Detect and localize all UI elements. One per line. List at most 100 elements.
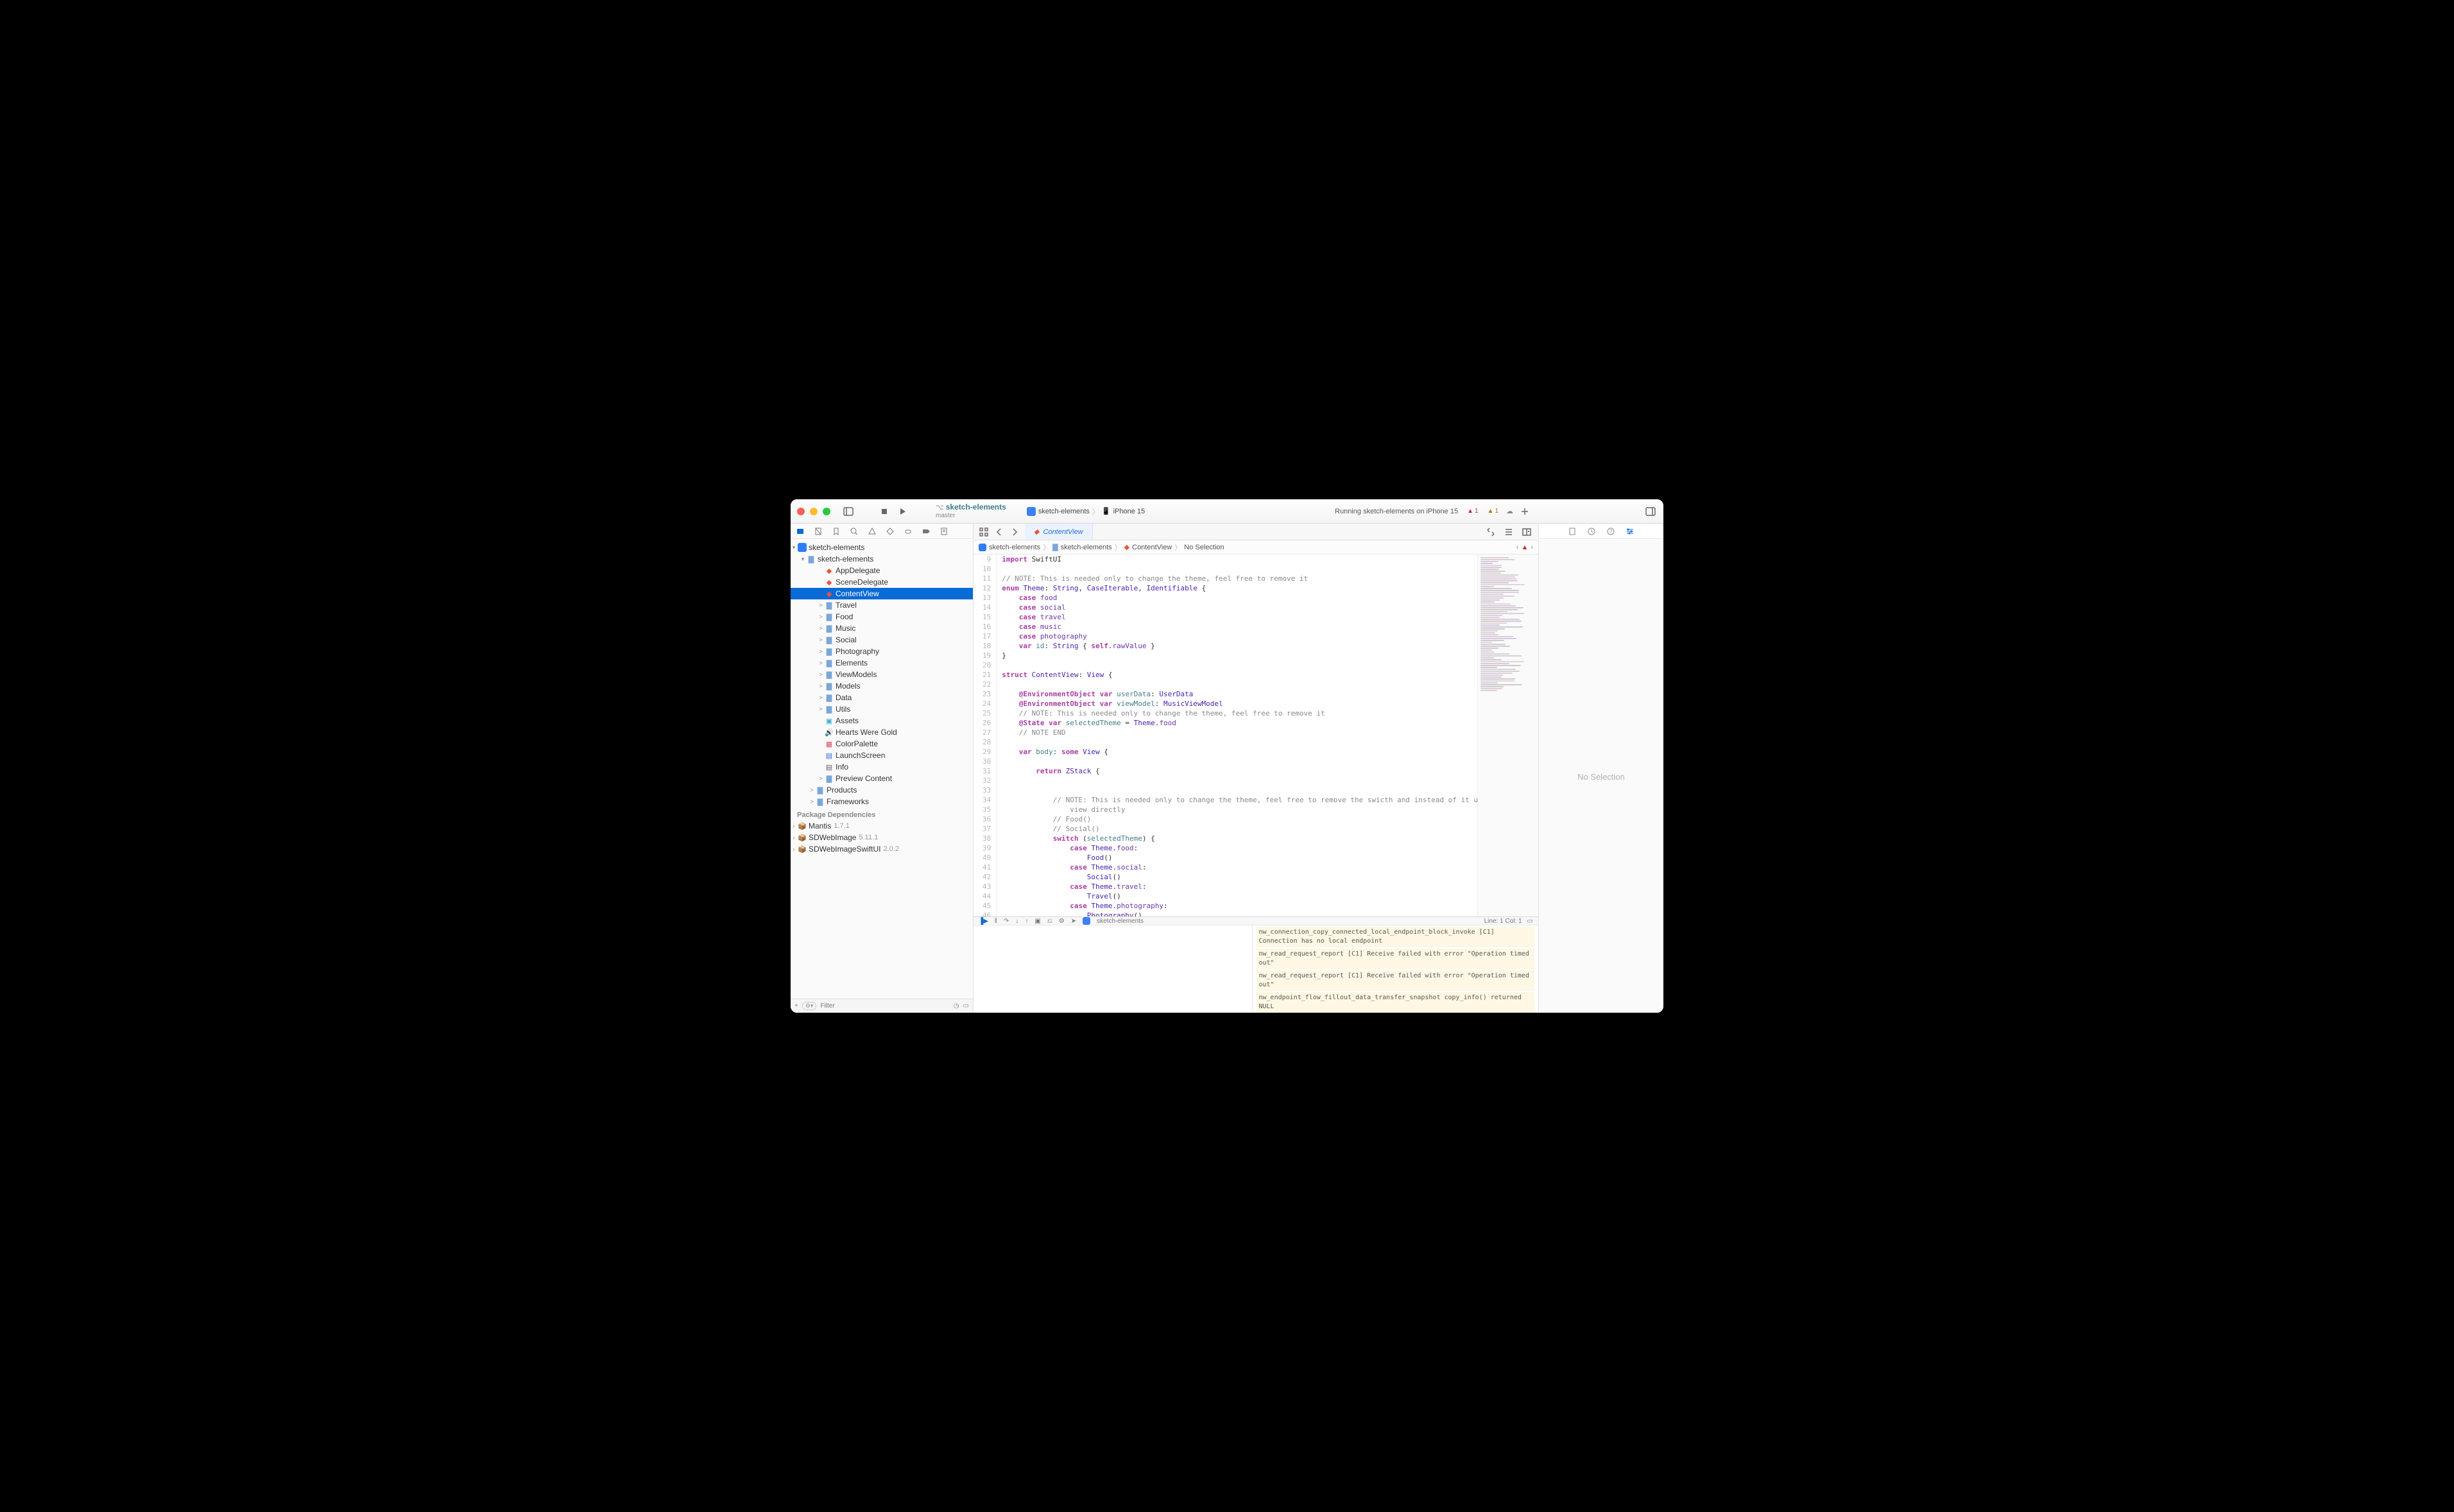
zoom-icon[interactable] xyxy=(823,508,830,515)
inspector-tabs: ? xyxy=(1538,524,1663,539)
scheme-target[interactable]: sketch-elements 〉 📱 iPhone 15 xyxy=(1027,506,1145,517)
swift-icon: ◆ xyxy=(1124,543,1129,551)
add-editor-icon[interactable] xyxy=(1520,526,1533,538)
report-nav-icon[interactable] xyxy=(940,527,948,536)
find-nav-icon[interactable] xyxy=(850,527,859,536)
tree-item-appdelegate[interactable]: ◆AppDelegate xyxy=(791,565,973,576)
file-tree[interactable]: ▾sketch-elements▾▇sketch-elements◆AppDel… xyxy=(791,540,973,999)
tree-item-hearts-were-gold[interactable]: 🔊Hearts Were Gold xyxy=(791,726,973,738)
compare-icon[interactable] xyxy=(1484,526,1497,538)
back-icon[interactable] xyxy=(993,526,1006,538)
tree-item-frameworks[interactable]: >▇Frameworks xyxy=(791,796,973,807)
pause-icon[interactable]: ‖ xyxy=(995,918,997,925)
tree-item-photography[interactable]: >▇Photography xyxy=(791,646,973,657)
debug-area: ▐▶ ‖ ↷ ↓ ↑ ▣ ⎌ ⚙︎ ➤ sketch-elements Line… xyxy=(974,916,1538,1013)
editor-area: sketch-elements〉 ▇ sketch-elements〉 ◆ Co… xyxy=(974,540,1538,1013)
warning-badge[interactable]: ▲ 1 xyxy=(1488,508,1498,515)
next-issue-icon[interactable]: › xyxy=(1531,544,1533,551)
help-inspector-icon[interactable]: ? xyxy=(1606,527,1615,536)
tree-item-music[interactable]: >▇Music xyxy=(791,623,973,634)
process-name[interactable]: sketch-elements xyxy=(1097,918,1144,925)
main-area: ▾sketch-elements▾▇sketch-elements◆AppDel… xyxy=(791,540,1663,1013)
test-nav-icon[interactable] xyxy=(886,527,895,536)
editor-tabbar: ◆ ContentView xyxy=(974,524,1538,540)
step-in-icon[interactable]: ↓ xyxy=(1015,918,1018,925)
breakpoint-nav-icon[interactable] xyxy=(922,527,931,536)
memory-graph-icon[interactable]: ⎌ xyxy=(1047,918,1052,925)
tree-item-sketch-elements[interactable]: ▾▇sketch-elements xyxy=(791,553,973,565)
history-inspector-icon[interactable] xyxy=(1587,527,1596,536)
library-icon[interactable] xyxy=(1644,505,1657,518)
debug-view-icon[interactable]: ▣ xyxy=(1034,918,1040,925)
tree-item-products[interactable]: >▇Products xyxy=(791,784,973,796)
adjust-editor-icon[interactable] xyxy=(1502,526,1515,538)
debug-panel-toggle-icon[interactable]: ▭ xyxy=(1527,918,1533,925)
tree-item-mantis[interactable]: ›📦Mantis1.7.1 xyxy=(791,820,973,832)
xcode-window: ⌥ sketch-elements master sketch-elements… xyxy=(791,499,1663,1013)
device-icon: 📱 xyxy=(1102,507,1111,515)
process-icon xyxy=(1083,917,1090,925)
stop-button[interactable] xyxy=(878,505,891,518)
variables-view[interactable] xyxy=(974,925,1253,1013)
bookmark-nav-icon[interactable] xyxy=(832,527,841,536)
navigator-filter-bar: + ⚙︎▾ ◷ ▭ xyxy=(791,999,973,1013)
location-icon[interactable]: ➤ xyxy=(1071,918,1076,925)
tree-item-food[interactable]: >▇Food xyxy=(791,611,973,623)
debug-nav-icon[interactable] xyxy=(904,527,913,536)
recent-filter-icon[interactable]: ◷ xyxy=(954,1002,959,1009)
attributes-inspector-icon[interactable] xyxy=(1626,527,1635,536)
close-icon[interactable] xyxy=(797,508,805,515)
step-over-icon[interactable]: ↷ xyxy=(1004,918,1009,925)
navigator-tabs xyxy=(791,524,974,539)
error-badge[interactable]: ▲ 1 xyxy=(1467,508,1478,515)
related-items-icon[interactable] xyxy=(977,526,990,538)
tree-item-preview-content[interactable]: >▇Preview Content xyxy=(791,773,973,784)
scm-filter-icon[interactable]: ▭ xyxy=(963,1002,969,1009)
tree-item-viewmodels[interactable]: >▇ViewModels xyxy=(791,669,973,680)
tree-item-models[interactable]: >▇Models xyxy=(791,680,973,692)
cursor-position: Line: 1 Col: 1 xyxy=(1484,918,1522,925)
project-icon xyxy=(979,544,986,551)
cloud-icon[interactable]: ☁︎ xyxy=(1506,507,1513,515)
editor-tab[interactable]: ◆ ContentView xyxy=(1025,524,1093,540)
tree-item-sdwebimage[interactable]: ›📦SDWebImage5.11.1 xyxy=(791,832,973,843)
tree-item-sdwebimageswiftui[interactable]: ›📦SDWebImageSwiftUI2.0.2 xyxy=(791,843,973,855)
project-nav-icon[interactable] xyxy=(796,527,805,536)
breakpoint-toggle-icon[interactable]: ▐▶ xyxy=(979,918,988,925)
file-inspector-icon[interactable] xyxy=(1568,527,1577,536)
tree-item-social[interactable]: >▇Social xyxy=(791,634,973,646)
tree-item-data[interactable]: >▇Data xyxy=(791,692,973,703)
tree-item-info[interactable]: ▤Info xyxy=(791,761,973,773)
prev-issue-icon[interactable]: ‹ xyxy=(1516,544,1519,551)
issue-indicator-icon[interactable]: ▲ xyxy=(1521,544,1528,551)
tree-item-utils[interactable]: >▇Utils xyxy=(791,703,973,715)
minimap[interactable] xyxy=(1477,554,1538,916)
environment-icon[interactable]: ⚙︎ xyxy=(1059,918,1065,925)
scheme-selector[interactable]: ⌥ sketch-elements master xyxy=(936,503,1006,519)
code-editor[interactable]: 9101112131415161718192021222324252627282… xyxy=(974,554,1477,916)
minimize-icon[interactable] xyxy=(810,508,818,515)
source-control-nav-icon[interactable] xyxy=(814,527,823,536)
line-gutter: 9101112131415161718192021222324252627282… xyxy=(974,554,997,916)
tree-item-assets[interactable]: ▣Assets xyxy=(791,715,973,726)
add-tab-icon[interactable] xyxy=(1518,505,1531,518)
step-out-icon[interactable]: ↑ xyxy=(1025,918,1028,925)
tree-item-elements[interactable]: >▇Elements xyxy=(791,657,973,669)
tree-item-launchscreen[interactable]: ▤LaunchScreen xyxy=(791,750,973,761)
tree-item-scenedelegate[interactable]: ◆SceneDelegate xyxy=(791,576,973,588)
sidebar-toggle-icon[interactable] xyxy=(842,505,855,518)
run-button[interactable] xyxy=(896,505,909,518)
filter-scope-icon[interactable]: ⚙︎▾ xyxy=(802,1002,817,1010)
issue-nav-icon[interactable] xyxy=(868,527,877,536)
tree-item-sketch-elements[interactable]: ▾sketch-elements xyxy=(791,542,973,553)
tree-item-colorpalette[interactable]: ▦ColorPalette xyxy=(791,738,973,750)
add-icon[interactable]: + xyxy=(794,1002,798,1009)
packages-header: Package Dependencies xyxy=(791,807,973,820)
jump-bar[interactable]: sketch-elements〉 ▇ sketch-elements〉 ◆ Co… xyxy=(974,540,1538,554)
tree-item-travel[interactable]: >▇Travel xyxy=(791,599,973,611)
tree-item-contentview[interactable]: ◆ContentView xyxy=(791,588,973,599)
forward-icon[interactable] xyxy=(1008,526,1021,538)
console-view[interactable]: nw_connection_copy_connected_local_endpo… xyxy=(1253,925,1539,1013)
navigator-filter-input[interactable] xyxy=(820,1002,949,1009)
app-icon xyxy=(1027,507,1036,516)
